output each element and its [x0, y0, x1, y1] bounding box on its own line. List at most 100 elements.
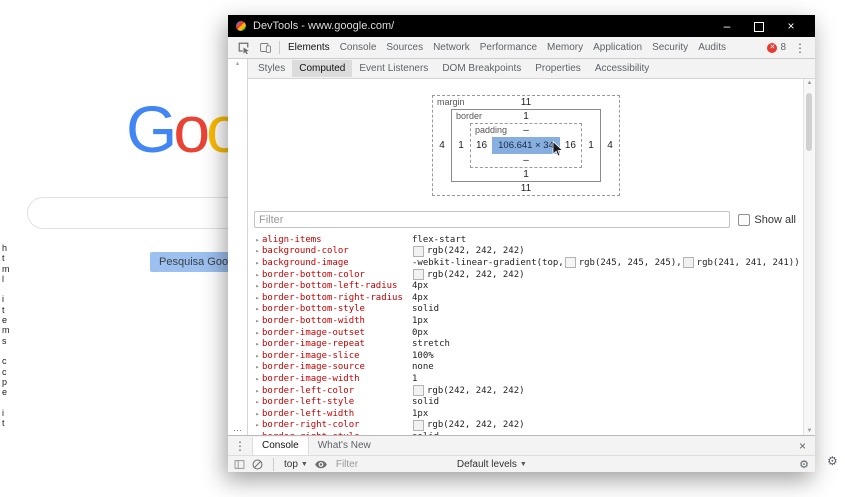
- disclosure-triangle-icon[interactable]: ▸: [253, 247, 262, 255]
- error-icon: ✕: [767, 42, 778, 53]
- console-drawer-tab-bar: ⋮ Console What's New ×: [228, 435, 815, 455]
- disclosure-triangle-icon[interactable]: ▸: [253, 294, 262, 302]
- console-sidebar-icon[interactable]: [234, 459, 245, 470]
- box-model-border: border 1 1 padding – 16 106.641 × 34 16 …: [451, 109, 601, 182]
- disclosure-triangle-icon[interactable]: ▸: [253, 375, 262, 383]
- disclosure-triangle-icon[interactable]: ▸: [253, 329, 262, 337]
- console-toolbar-divider: [273, 457, 274, 471]
- clear-console-icon[interactable]: [252, 459, 263, 470]
- disclosure-triangle-icon[interactable]: ▸: [253, 410, 262, 418]
- scroll-down-icon[interactable]: ▼: [804, 428, 815, 434]
- drawer-menu-kebab-icon[interactable]: ⋮: [228, 439, 252, 453]
- disclosure-triangle-icon[interactable]: ▸: [253, 352, 262, 360]
- disclosure-triangle-icon[interactable]: ▸: [253, 387, 262, 395]
- property-name: border-image-source: [262, 362, 365, 373]
- property-value: 1: [412, 373, 418, 384]
- property-row: ▸ border-left-color rgb(242, 242, 242): [253, 385, 804, 397]
- device-toolbar-icon[interactable]: [254, 38, 276, 58]
- computed-filter-input[interactable]: [254, 211, 731, 228]
- property-name: border-bottom-right-radius: [262, 292, 403, 303]
- subtab-styles[interactable]: Styles: [251, 60, 292, 77]
- property-name: border-bottom-color: [262, 269, 365, 280]
- error-count: 8: [780, 42, 786, 53]
- subtab-properties[interactable]: Properties: [528, 60, 588, 77]
- property-value: solid: [412, 304, 440, 315]
- strip-overflow-ellipsis[interactable]: …: [228, 423, 247, 433]
- drawer-tab-what-s-new[interactable]: What's New: [309, 437, 380, 455]
- color-swatch-icon: [682, 257, 694, 269]
- console-settings-gear-icon[interactable]: ⚙: [799, 458, 809, 471]
- elements-tree-strip[interactable]: ▲ …: [228, 59, 248, 435]
- subtab-event-listeners[interactable]: Event Listeners: [352, 60, 435, 77]
- execution-context-dropdown[interactable]: top ▼: [284, 459, 308, 470]
- execution-context-value: top: [284, 458, 298, 470]
- subtab-dom-breakpoints[interactable]: DOM Breakpoints: [435, 60, 528, 77]
- disclosure-triangle-icon[interactable]: ▸: [253, 305, 262, 313]
- box-model-padding: padding – 16 106.641 × 34 16 –: [470, 123, 582, 168]
- padding-right-value: 16: [564, 140, 576, 151]
- eye-icon[interactable]: [314, 460, 327, 469]
- tab-elements[interactable]: Elements: [283, 38, 335, 58]
- sidebar-tab-bar: Styles Computed Event Listeners DOM Breakpo…: [248, 59, 815, 79]
- disclosure-triangle-icon[interactable]: ▸: [253, 271, 262, 279]
- text-fragment: c: [2, 366, 7, 377]
- panel-scrollbar[interactable]: ▲ ▼: [803, 79, 815, 435]
- property-row: ▸ align-items flex-start: [253, 234, 804, 246]
- devtools-menu-kebab-icon[interactable]: ⋮: [791, 41, 809, 55]
- text-fragment: t: [2, 418, 5, 429]
- left-text-fragments: htmlitemsccpeit: [2, 243, 10, 428]
- property-row: ▸ border-image-repeat stretch: [253, 338, 804, 350]
- tab-audits[interactable]: Audits: [693, 38, 731, 58]
- property-row: ▸ border-bottom-left-radius 4px: [253, 280, 804, 292]
- border-label: border: [456, 111, 483, 121]
- maximize-button[interactable]: [743, 15, 775, 37]
- text-fragment: e: [2, 315, 8, 326]
- error-badge[interactable]: ✕ 8: [767, 42, 786, 53]
- margin-left-value: 4: [439, 140, 445, 151]
- drawer-close-button[interactable]: ×: [790, 439, 815, 453]
- show-all-control[interactable]: Show all: [738, 213, 796, 226]
- property-value: 1px: [412, 315, 429, 326]
- scrollbar-thumb[interactable]: [806, 93, 812, 151]
- devtools-titlebar[interactable]: DevTools - www.google.com/ – ×: [228, 15, 815, 37]
- property-value: rgb(242, 242, 242): [412, 385, 525, 397]
- tab-security[interactable]: Security: [647, 38, 693, 58]
- devtools-favicon-icon: [236, 21, 246, 31]
- subtab-accessibility[interactable]: Accessibility: [588, 60, 656, 77]
- tab-console[interactable]: Console: [335, 38, 382, 58]
- disclosure-triangle-icon[interactable]: ▸: [253, 363, 262, 371]
- drawer-tab-console[interactable]: Console: [252, 436, 309, 455]
- computed-filter-row: Show all: [248, 208, 804, 233]
- property-name: border-image-outset: [262, 327, 365, 338]
- close-window-button[interactable]: ×: [775, 15, 807, 37]
- disclosure-triangle-icon[interactable]: ▸: [253, 433, 262, 435]
- text-fragment: s: [2, 335, 7, 346]
- disclosure-triangle-icon[interactable]: ▸: [253, 236, 262, 244]
- tab-application[interactable]: Application: [588, 38, 647, 58]
- page-settings-gear-icon[interactable]: ⚙: [827, 454, 838, 468]
- log-levels-dropdown[interactable]: Default levels ▼: [457, 459, 527, 470]
- tab-memory[interactable]: Memory: [542, 38, 588, 58]
- padding-label: padding: [475, 125, 508, 135]
- show-all-checkbox[interactable]: [738, 213, 751, 226]
- inspect-element-icon[interactable]: [232, 38, 254, 58]
- scroll-up-icon[interactable]: ▲: [804, 80, 815, 86]
- tab-performance[interactable]: Performance: [475, 38, 542, 58]
- disclosure-triangle-icon[interactable]: ▸: [253, 340, 262, 348]
- disclosure-triangle-icon[interactable]: ▸: [253, 398, 262, 406]
- disclosure-triangle-icon[interactable]: ▸: [253, 421, 262, 429]
- text-fragment: e: [2, 387, 8, 398]
- minimize-button[interactable]: –: [711, 15, 743, 37]
- tab-network[interactable]: Network: [428, 38, 475, 58]
- disclosure-triangle-icon[interactable]: ▸: [253, 259, 262, 267]
- property-value: rgb(242, 242, 242): [412, 245, 525, 257]
- console-filter-input[interactable]: [333, 457, 450, 471]
- disclosure-triangle-icon[interactable]: ▸: [253, 317, 262, 325]
- property-name: background-color: [262, 246, 349, 257]
- subtab-computed[interactable]: Computed: [292, 60, 353, 77]
- tab-sources[interactable]: Sources: [381, 38, 428, 58]
- property-row: ▸ border-bottom-width 1px: [253, 315, 804, 327]
- devtools-tab-bar: Elements Console Sources Network Performance…: [283, 38, 731, 58]
- strip-scroll-up-icon[interactable]: ▲: [228, 61, 247, 67]
- disclosure-triangle-icon[interactable]: ▸: [253, 282, 262, 290]
